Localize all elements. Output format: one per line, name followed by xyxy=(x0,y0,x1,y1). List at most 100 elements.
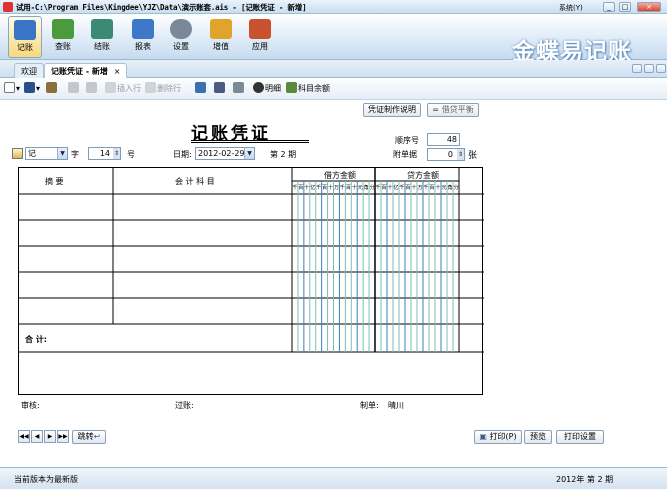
digit-header: 元 xyxy=(357,185,363,191)
digit-header: 万 xyxy=(417,185,423,191)
equals-icon: = xyxy=(432,105,442,114)
jump-button[interactable]: 跳转↩ xyxy=(72,430,106,444)
printer-icon[interactable] xyxy=(233,82,245,96)
chevron-down-icon[interactable]: ▼ xyxy=(57,148,67,159)
digit-header: 百 xyxy=(405,185,411,191)
book-icon[interactable] xyxy=(214,82,226,96)
digit-header: 千 xyxy=(316,185,322,191)
ribbon-close-book-button[interactable]: 结账 xyxy=(85,16,119,58)
seq-label: 顺序号 xyxy=(395,136,419,145)
close-button[interactable]: × xyxy=(637,2,661,12)
digit-header: 十 xyxy=(411,185,417,191)
status-period: 2012年 第 2 期 xyxy=(556,475,614,484)
system-menu[interactable]: 系统(Y) xyxy=(559,3,583,13)
digit-header: 万 xyxy=(334,185,340,191)
chevron-down-icon[interactable]: ▼ xyxy=(244,148,254,159)
mdi-close-icon[interactable] xyxy=(656,64,666,73)
digit-header: 角 xyxy=(363,185,369,191)
ribbon-query-button[interactable]: 查账 xyxy=(46,16,80,58)
apps-icon xyxy=(249,19,271,39)
status-bar: 当前版本为最新版 2012年 第 2 期 xyxy=(0,467,667,489)
prev-record-icon[interactable]: ◀ xyxy=(31,430,43,443)
seq-number-field[interactable]: 48 xyxy=(427,133,460,146)
ribbon-value-added-button[interactable]: 增值 xyxy=(204,16,238,58)
total-label: 合 计: xyxy=(25,335,47,344)
post-label: 过账: xyxy=(175,401,194,410)
digit-header: 百 xyxy=(322,185,328,191)
printer-icon: ▣ xyxy=(479,432,490,441)
copy-icon[interactable] xyxy=(68,82,80,96)
account-balance-button[interactable]: 科目余额 xyxy=(286,82,330,96)
digit-header: 千 xyxy=(292,185,298,191)
digit-header: 千 xyxy=(375,185,381,191)
digit-header: 百 xyxy=(381,185,387,191)
next-record-icon[interactable]: ▶ xyxy=(44,430,56,443)
stepper-icon[interactable]: ⇕ xyxy=(113,148,120,159)
digit-header: 分 xyxy=(453,185,459,191)
digit-header: 亿 xyxy=(393,185,399,191)
mdi-minimize-icon[interactable] xyxy=(632,64,642,73)
detail-button[interactable]: 明细 xyxy=(253,82,281,96)
journal-icon xyxy=(14,20,36,40)
digit-header: 千 xyxy=(423,185,429,191)
minimize-button[interactable]: _ xyxy=(603,2,615,12)
title-bar: 试用-C:\Program Files\Kingdee\YJZ\Data\演示账… xyxy=(0,0,667,14)
paste-icon[interactable] xyxy=(86,82,98,96)
audit-label: 审核: xyxy=(21,401,40,410)
main-ribbon: 记账 查账 结账 报表 设置 增值 应用 金蝶易记账 xyxy=(0,14,667,65)
attachments-stepper[interactable]: 0 ⇕ xyxy=(427,148,465,161)
debit-credit-balance-button[interactable]: = 借贷平衡 xyxy=(427,103,479,117)
ledger-icon xyxy=(91,19,113,39)
voucher-help-button[interactable]: 凭证制作说明 xyxy=(363,103,421,117)
period-label: 第 2 期 xyxy=(270,150,297,159)
stepper-icon[interactable]: ⇕ xyxy=(457,149,464,160)
date-picker[interactable]: 2012-02-29 ▼ xyxy=(195,147,255,160)
column-account-header: 会 计 科 目 xyxy=(175,177,215,186)
digit-header: 千 xyxy=(399,185,405,191)
last-record-icon[interactable]: ▶▶ xyxy=(57,430,69,443)
save-icon[interactable]: ▾ xyxy=(24,82,40,96)
delete-row-button[interactable]: 删除行 xyxy=(145,82,181,96)
tab-voucher-new[interactable]: 记账凭证 - 新增 × xyxy=(44,63,128,78)
grid-lines xyxy=(19,168,484,353)
ribbon-journal-button[interactable]: 记账 xyxy=(8,16,42,58)
tab-welcome[interactable]: 欢迎 xyxy=(14,63,44,78)
digit-header: 元 xyxy=(441,185,447,191)
digit-header: 十 xyxy=(387,185,393,191)
tab-close-icon[interactable]: × xyxy=(114,67,121,76)
digit-header: 角 xyxy=(447,185,453,191)
column-debit-header: 借方金额 xyxy=(324,171,356,180)
digit-header: 十 xyxy=(435,185,441,191)
app-icon xyxy=(3,2,13,12)
mdi-restore-icon[interactable] xyxy=(644,64,654,73)
copy-voucher-icon[interactable] xyxy=(46,82,58,96)
status-version: 当前版本为最新版 xyxy=(14,475,78,484)
document-tabs: 欢迎 记账凭证 - 新增 × xyxy=(0,60,667,78)
zi-label: 字 xyxy=(71,150,79,159)
digit-header: 分 xyxy=(369,185,375,191)
print-button[interactable]: ▣ 打印(P) xyxy=(474,430,522,444)
chart-icon xyxy=(132,19,154,39)
maximize-button[interactable]: □ xyxy=(619,2,631,12)
first-record-icon[interactable]: ◀◀ xyxy=(18,430,30,443)
attachments-unit: 张 xyxy=(468,151,478,161)
digit-header: 百 xyxy=(429,185,435,191)
voucher-toolbar: ▾ ▾ 插入行 删除行 明细 科目余额 xyxy=(0,78,667,100)
jump-arrow-icon: ↩ xyxy=(93,432,101,441)
voucher-number-stepper[interactable]: 14 ⇕ xyxy=(88,147,121,160)
maker-label: 制单: xyxy=(360,401,379,410)
date-label: 日期: xyxy=(173,150,192,159)
digit-header: 百 xyxy=(298,185,304,191)
voucher-type-select[interactable]: 记 ▼ xyxy=(25,147,68,160)
voucher-type-icon xyxy=(12,148,23,159)
insert-row-button[interactable]: 插入行 xyxy=(105,82,141,96)
ribbon-report-button[interactable]: 报表 xyxy=(126,16,160,58)
ribbon-settings-button[interactable]: 设置 xyxy=(164,16,198,58)
ribbon-apps-button[interactable]: 应用 xyxy=(243,16,277,58)
column-summary-header: 摘 要 xyxy=(45,177,64,186)
mail-icon[interactable] xyxy=(195,82,207,96)
new-icon[interactable]: ▾ xyxy=(4,82,20,96)
voucher-title-underline xyxy=(191,140,309,143)
preview-button[interactable]: 预览 xyxy=(524,430,552,444)
print-settings-button[interactable]: 打印设置 xyxy=(556,430,604,444)
